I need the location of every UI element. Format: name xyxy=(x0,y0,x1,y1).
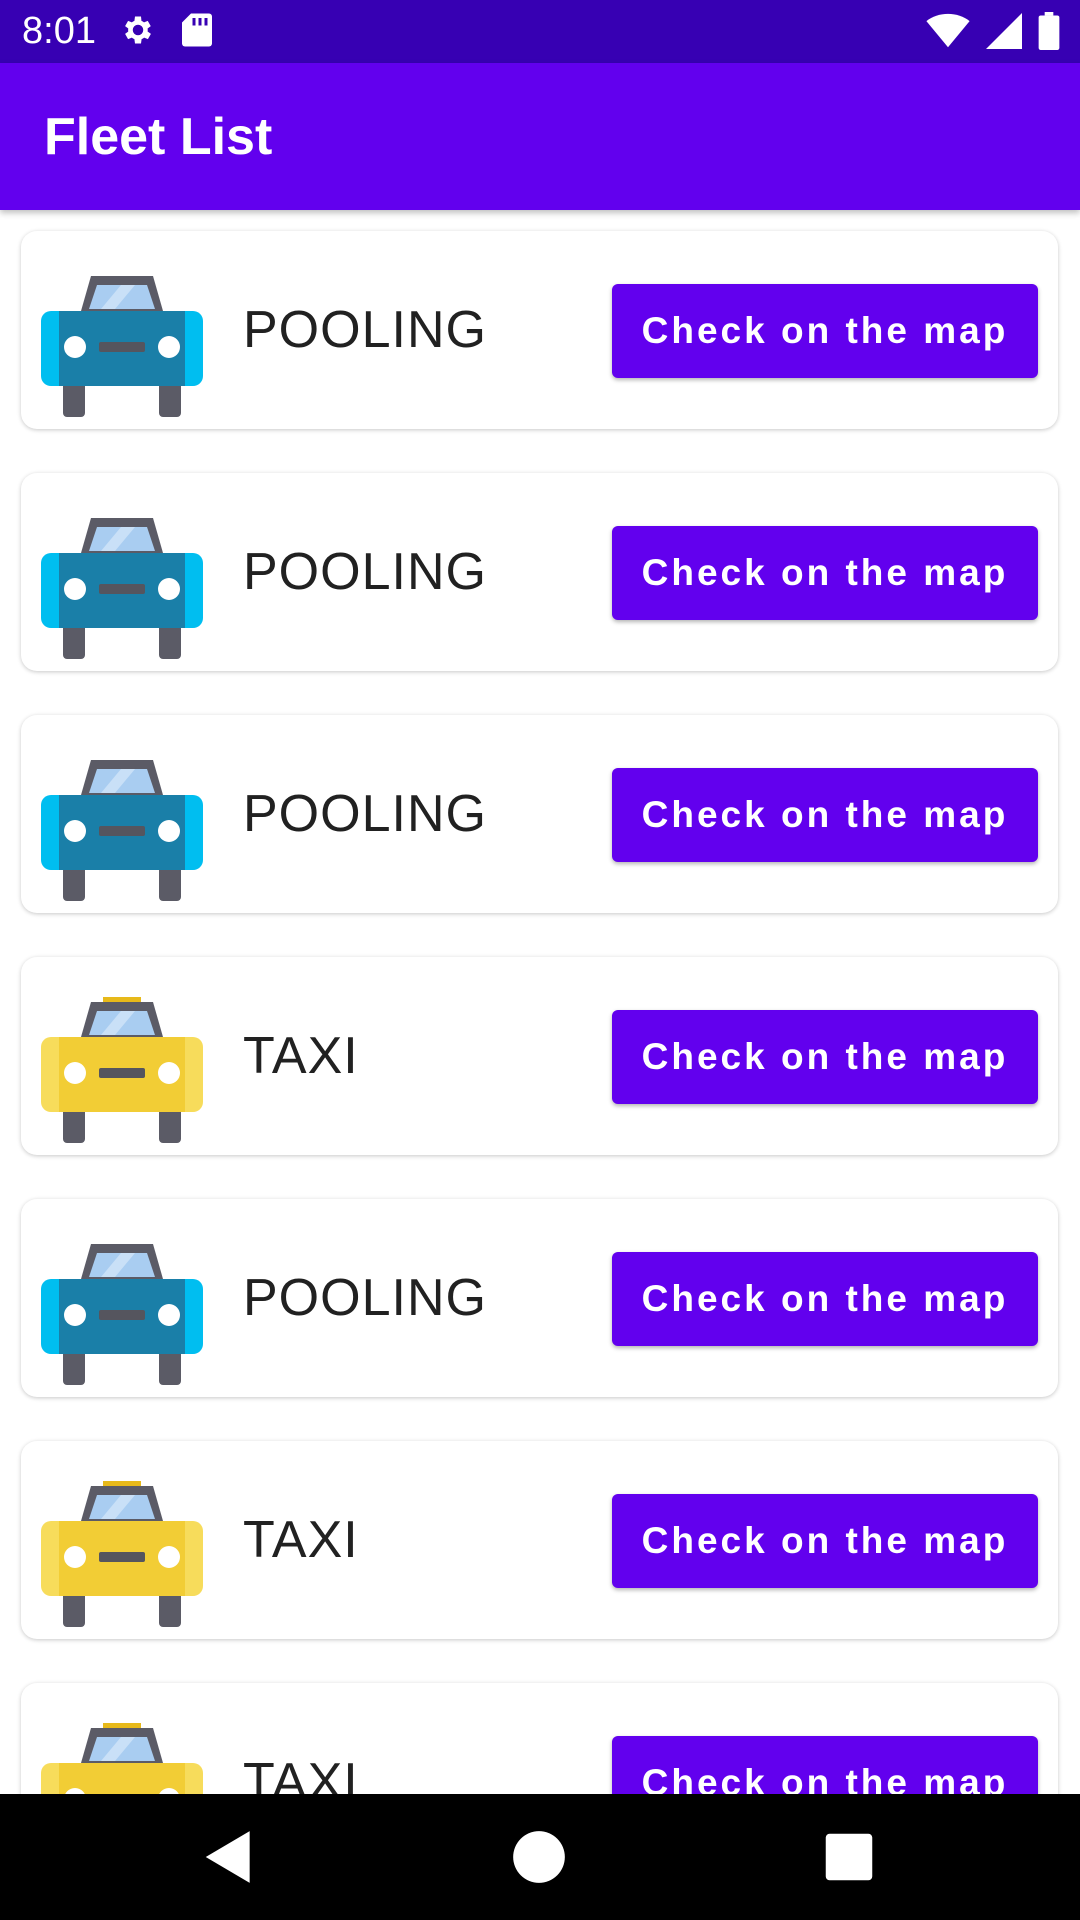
navigation-bar xyxy=(0,1794,1080,1920)
signal-icon xyxy=(986,13,1022,54)
vehicle-type-label: POOLING xyxy=(243,1269,487,1327)
vehicle-card: POOLING Check on the map xyxy=(21,715,1058,913)
status-time: 8:01 xyxy=(22,10,96,52)
vehicle-type-label: POOLING xyxy=(243,543,487,601)
taxi-icon xyxy=(41,1723,203,1794)
check-on-map-button[interactable]: Check on the map xyxy=(612,284,1038,378)
home-icon[interactable] xyxy=(508,1826,570,1893)
vehicle-type-label: TAXI xyxy=(243,1753,359,1794)
check-on-map-button[interactable]: Check on the map xyxy=(612,1494,1038,1588)
check-on-map-button[interactable]: Check on the map xyxy=(612,1010,1038,1104)
vehicle-type-label: TAXI xyxy=(243,1027,359,1085)
vehicle-card: POOLING Check on the map xyxy=(21,473,1058,671)
pooling-car-icon xyxy=(41,271,203,417)
recents-icon[interactable] xyxy=(818,1826,880,1893)
vehicle-card: POOLING Check on the map xyxy=(21,231,1058,429)
page-title: Fleet List xyxy=(44,108,273,166)
pooling-car-icon xyxy=(41,513,203,659)
status-bar: 8:01 xyxy=(0,0,1080,63)
fleet-list[interactable]: POOLING Check on the map POOLING Check o… xyxy=(0,210,1080,1794)
vehicle-type-label: POOLING xyxy=(243,301,487,359)
battery-icon xyxy=(1038,12,1060,55)
vehicle-card: TAXI Check on the map xyxy=(21,957,1058,1155)
sd-card-icon xyxy=(182,12,212,53)
taxi-icon xyxy=(41,1481,203,1627)
settings-icon xyxy=(120,12,156,53)
check-on-map-button[interactable]: Check on the map xyxy=(612,1252,1038,1346)
check-on-map-button[interactable]: Check on the map xyxy=(612,1736,1038,1794)
check-on-map-button[interactable]: Check on the map xyxy=(612,768,1038,862)
vehicle-card: TAXI Check on the map xyxy=(21,1441,1058,1639)
check-on-map-button[interactable]: Check on the map xyxy=(612,526,1038,620)
app-bar: Fleet List xyxy=(0,63,1080,210)
vehicle-type-label: POOLING xyxy=(243,785,487,843)
vehicle-type-label: TAXI xyxy=(243,1511,359,1569)
pooling-car-icon xyxy=(41,1239,203,1385)
back-icon[interactable] xyxy=(198,1826,260,1893)
taxi-icon xyxy=(41,997,203,1143)
vehicle-card: TAXI Check on the map xyxy=(21,1683,1058,1794)
vehicle-card: POOLING Check on the map xyxy=(21,1199,1058,1397)
pooling-car-icon xyxy=(41,755,203,901)
wifi-icon xyxy=(926,13,970,54)
